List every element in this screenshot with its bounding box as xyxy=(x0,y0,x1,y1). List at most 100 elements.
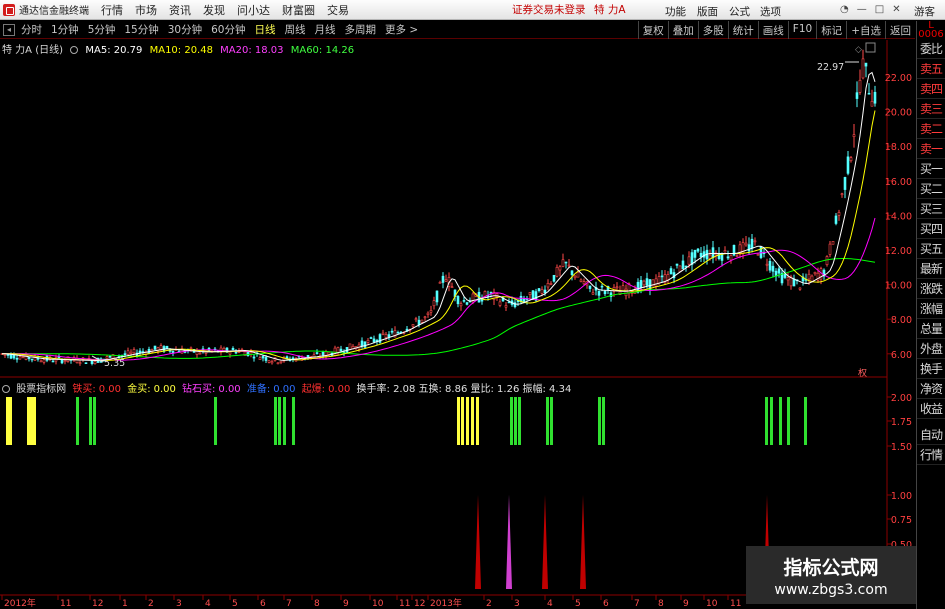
panel-item[interactable]: 买四 xyxy=(917,219,945,239)
menu-item-markets[interactable]: 市场 xyxy=(135,2,157,18)
panel-auto-item[interactable]: 行情 xyxy=(917,445,945,465)
panel-item[interactable]: 卖三 xyxy=(917,99,945,119)
chart-canvas[interactable]: 22.0020.0018.0016.0014.0012.0010.008.006… xyxy=(0,40,916,609)
diamond-icon[interactable]: ◇ xyxy=(855,45,862,55)
candle-body xyxy=(855,92,859,99)
guest-label[interactable]: 游客 xyxy=(914,4,935,19)
tool-back[interactable]: 返回 xyxy=(885,21,915,39)
weight-marker-icon[interactable]: 权 xyxy=(858,367,867,379)
layout-button[interactable]: 版面 xyxy=(697,4,718,19)
candle-body xyxy=(540,289,544,294)
panel-item[interactable]: 买一 xyxy=(917,159,945,179)
period-30min[interactable]: 30分钟 xyxy=(168,22,202,37)
period-1min[interactable]: 1分钟 xyxy=(51,22,79,37)
panel-item[interactable]: 总量 xyxy=(917,319,945,339)
panel-item[interactable]: 收益 xyxy=(917,399,945,419)
function-button[interactable]: 功能 xyxy=(665,4,686,19)
minimize-icon[interactable]: — xyxy=(857,4,867,15)
period-15min[interactable]: 15分钟 xyxy=(124,22,158,37)
candle-body xyxy=(555,267,559,277)
menu-item-ask[interactable]: 问小达 xyxy=(237,2,270,18)
indicator-name[interactable]: 股票指标网 xyxy=(16,384,66,395)
tool-stats[interactable]: 统计 xyxy=(727,21,758,39)
date-tick-label: 4 xyxy=(547,599,553,609)
login-status[interactable]: 证券交易未登录 xyxy=(512,2,586,17)
candle-body xyxy=(639,280,643,288)
panel-item[interactable]: 委比 xyxy=(917,39,945,59)
candle-body xyxy=(369,337,373,339)
date-tick-label: 9 xyxy=(343,599,349,609)
candle-body xyxy=(528,292,532,295)
candle-body xyxy=(777,268,781,274)
panel-badge[interactable]: L 0006 xyxy=(917,21,945,40)
collapse-icon[interactable]: ◂ xyxy=(3,23,15,36)
panel-item[interactable]: 涨幅 xyxy=(917,299,945,319)
window-controls: ◔ — □ ✕ xyxy=(840,4,901,15)
candle-body xyxy=(51,360,55,363)
candle-body xyxy=(261,355,265,359)
menu-item-news[interactable]: 资讯 xyxy=(169,2,191,18)
ma-settings-icon[interactable] xyxy=(70,46,79,54)
candle-body xyxy=(387,334,391,338)
menu-item-trade[interactable]: 交易 xyxy=(327,2,349,18)
options-button[interactable]: 选项 xyxy=(760,4,781,19)
tool-adjust[interactable]: 复权 xyxy=(637,21,668,39)
period-weekly[interactable]: 周线 xyxy=(285,22,306,37)
candle-body xyxy=(726,256,730,259)
candle-body xyxy=(624,288,628,297)
period-5min[interactable]: 5分钟 xyxy=(88,22,116,37)
tool-f10[interactable]: F10 xyxy=(787,21,816,39)
maximize-icon[interactable]: □ xyxy=(875,4,884,15)
candle-body xyxy=(834,215,838,224)
diamond-buy-value: 0.00 xyxy=(218,384,241,395)
candle-body xyxy=(366,339,370,343)
panel-item[interactable]: 买三 xyxy=(917,199,945,219)
panel-item[interactable]: 卖五 xyxy=(917,59,945,79)
panel-item[interactable]: 买五 xyxy=(917,239,945,259)
tool-overlay[interactable]: 叠加 xyxy=(667,21,698,39)
tool-draw[interactable]: 画线 xyxy=(757,21,788,39)
candle-body xyxy=(579,279,583,282)
panel-item[interactable]: 换手 xyxy=(917,359,945,379)
menu-item-wealth[interactable]: 财富圈 xyxy=(282,2,315,18)
tool-add-favorite[interactable]: +自选 xyxy=(846,21,885,39)
candle-body xyxy=(498,301,502,306)
price-tick-label: 16.00 xyxy=(885,177,912,188)
candle-body xyxy=(729,255,733,261)
panel-item[interactable]: 卖四 xyxy=(917,79,945,99)
period-monthly[interactable]: 月线 xyxy=(315,22,336,37)
period-more[interactable]: 更多 > xyxy=(385,22,418,37)
indicator-settings-icon[interactable] xyxy=(2,385,10,393)
panel-auto-item[interactable]: 自动 xyxy=(917,425,945,445)
period-60min[interactable]: 60分钟 xyxy=(211,22,245,37)
period-daily[interactable]: 日线 xyxy=(255,22,276,37)
panel-item[interactable]: 卖一 xyxy=(917,139,945,159)
candle-body xyxy=(564,261,568,264)
menu-item-discover[interactable]: 发现 xyxy=(203,2,225,18)
panel-item[interactable]: 最新 xyxy=(917,259,945,279)
menu-item-market[interactable]: 行情 xyxy=(101,2,123,18)
account-icon[interactable]: ◔ xyxy=(840,4,849,15)
candle-body xyxy=(873,91,877,104)
close-icon[interactable]: ✕ xyxy=(892,4,900,15)
date-tick-label: 2 xyxy=(148,599,154,609)
tool-mark[interactable]: 标记 xyxy=(816,21,846,39)
price-tick-label: 12.00 xyxy=(885,246,912,257)
panel-item[interactable]: 卖二 xyxy=(917,119,945,139)
signal-bar-green xyxy=(76,397,79,445)
gold-buy-value: 0.00 xyxy=(153,384,176,395)
watermark-title: 指标公式网 xyxy=(783,557,879,579)
panel-item[interactable]: 买二 xyxy=(917,179,945,199)
tool-multi-stock[interactable]: 多股 xyxy=(697,21,728,39)
period-multi[interactable]: 多周期 xyxy=(345,22,377,37)
candle-body xyxy=(543,289,547,294)
candle-body xyxy=(279,360,283,363)
candle-body xyxy=(657,276,661,284)
candle-body xyxy=(807,273,811,280)
panel-item[interactable]: 外盘 xyxy=(917,339,945,359)
panel-item[interactable]: 涨跌 xyxy=(917,279,945,299)
panel-item[interactable]: 净资 xyxy=(917,379,945,399)
candle-body xyxy=(750,238,754,249)
period-intraday[interactable]: 分时 xyxy=(21,22,42,37)
formula-button[interactable]: 公式 xyxy=(729,4,750,19)
